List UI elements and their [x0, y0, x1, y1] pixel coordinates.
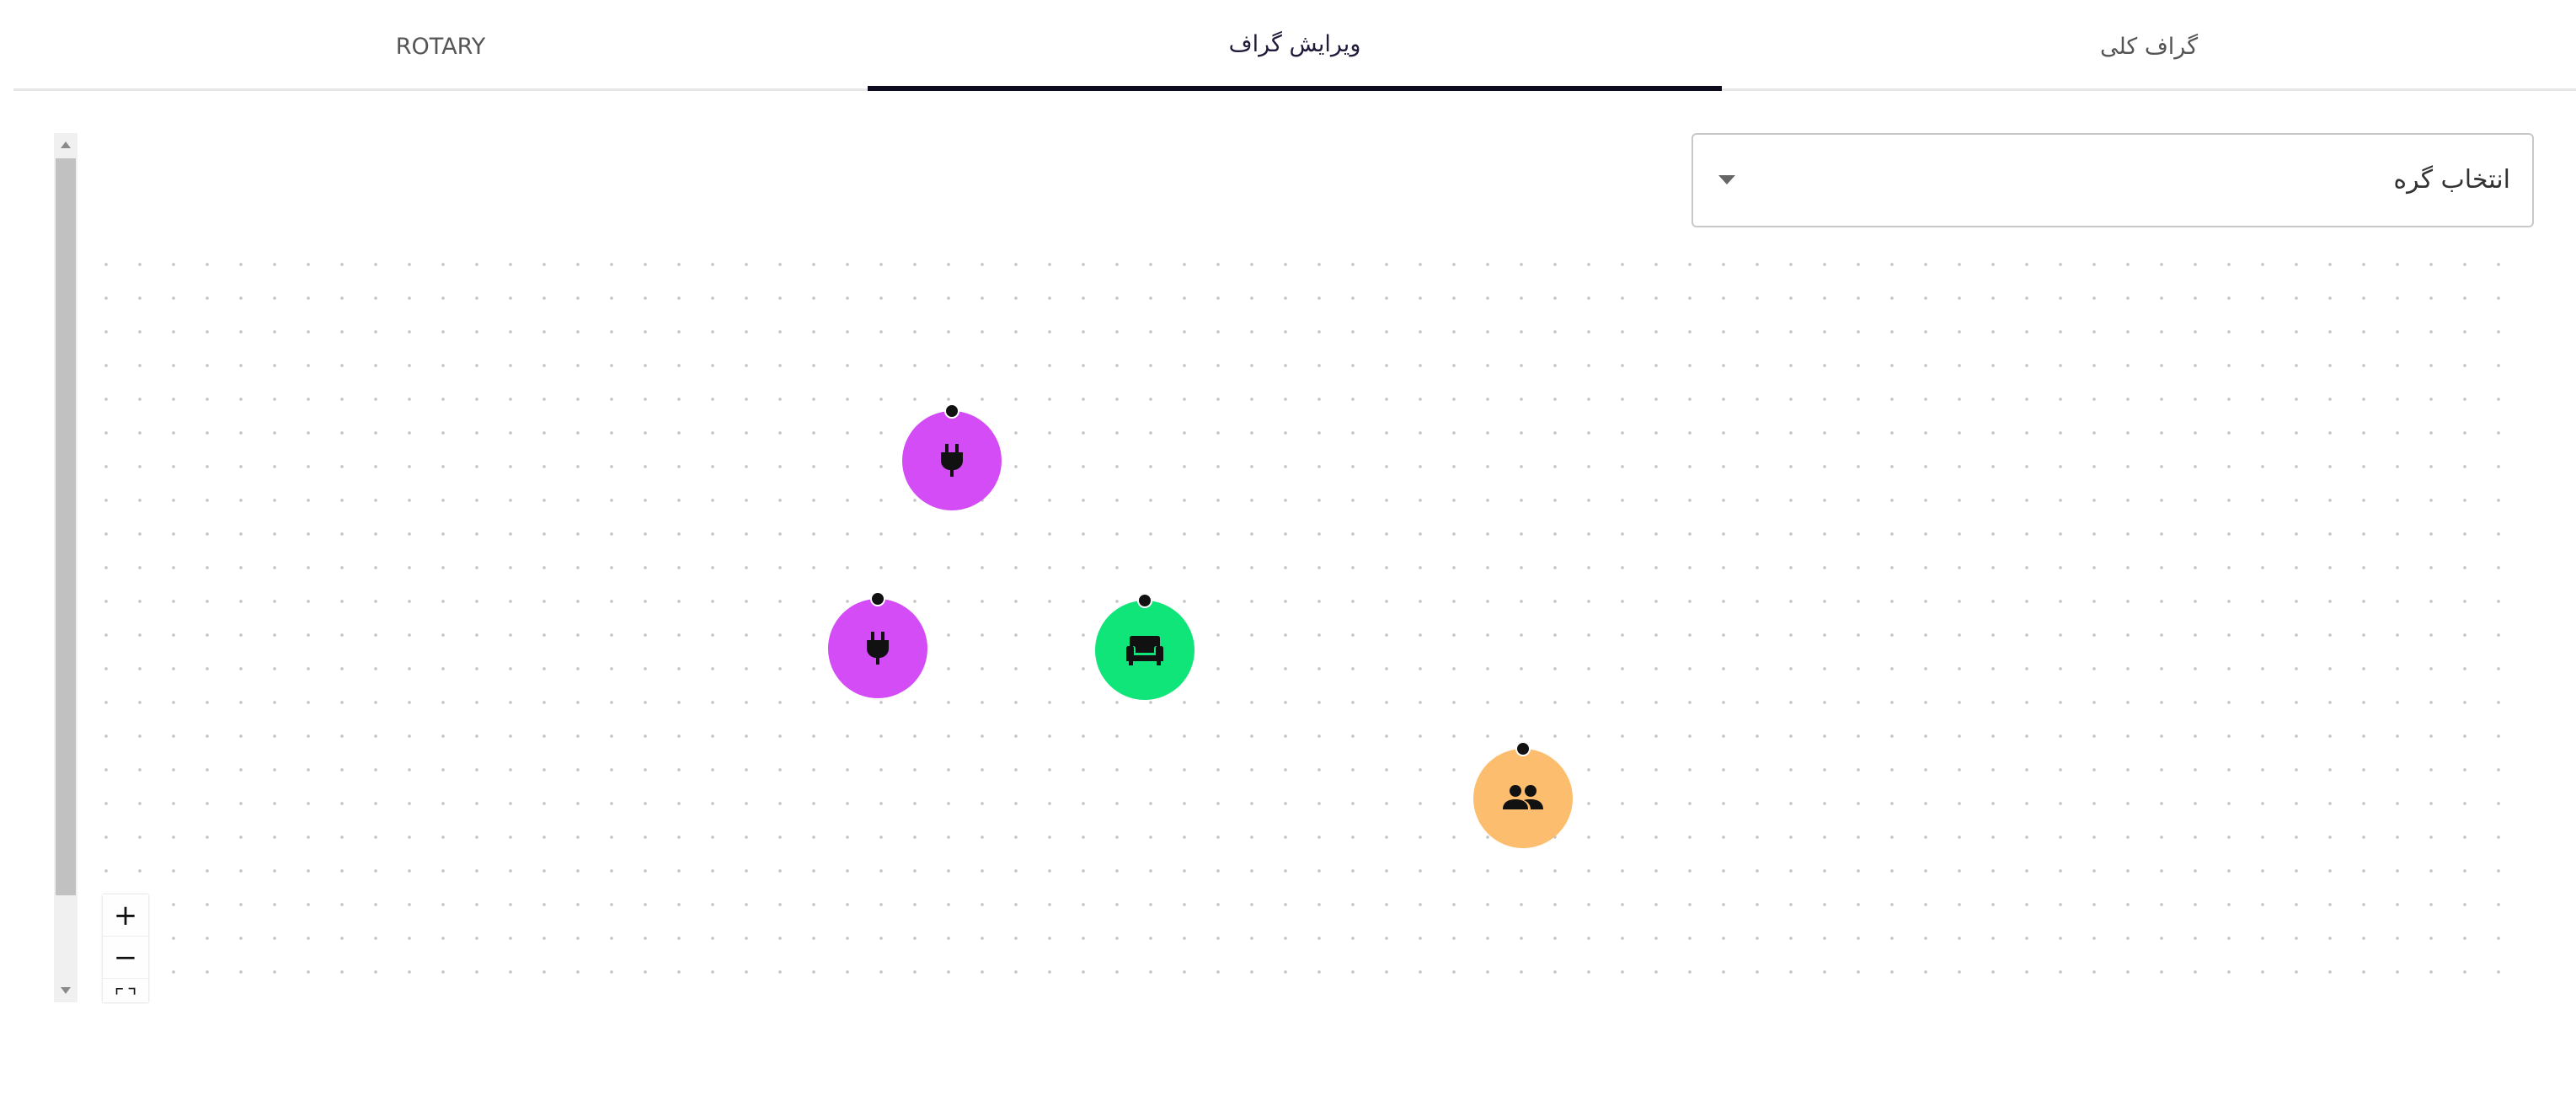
scrollbar-thumb[interactable] [56, 158, 76, 895]
tab-label: ROTARY [395, 33, 486, 60]
tab-bar: گراف کلی ویرایش گراف ROTARY [13, 0, 2576, 91]
graph-node-plug[interactable] [828, 591, 927, 698]
zoom-in-button[interactable]: + [103, 894, 148, 937]
scroll-down-arrow-icon[interactable] [61, 987, 71, 994]
sofa-icon [1125, 634, 1165, 666]
node-handle[interactable] [1137, 593, 1152, 608]
graph-node-plug[interactable] [902, 403, 1002, 510]
node-select-label: انتخاب گره [2393, 165, 2510, 195]
node-select-dropdown[interactable]: انتخاب گره [1692, 133, 2534, 227]
node-handle[interactable] [870, 591, 885, 606]
tab-label: گراف کلی [2099, 33, 2199, 60]
node-handle[interactable] [1515, 741, 1531, 756]
zoom-controls: + − ⛶ [103, 894, 148, 1002]
tab-label: ویرایش گراف [1228, 30, 1361, 57]
tab-edit-graph[interactable]: ویرایش گراف [868, 0, 1722, 91]
people-group-icon [1502, 784, 1544, 813]
graph-node-group[interactable] [1473, 741, 1573, 848]
caret-down-icon [1718, 175, 1735, 184]
fit-view-button[interactable]: ⛶ [103, 979, 148, 1003]
zoom-out-button[interactable]: − [103, 937, 148, 979]
power-plug-icon [863, 632, 892, 665]
power-plug-icon [938, 444, 966, 478]
graph-node-sofa[interactable] [1095, 593, 1194, 700]
tab-rotary[interactable]: ROTARY [13, 0, 868, 91]
graph-canvas[interactable] [81, 236, 2524, 994]
scroll-up-arrow-icon[interactable] [61, 142, 71, 148]
node-handle[interactable] [944, 403, 959, 419]
vertical-scrollbar[interactable] [54, 133, 77, 1002]
tab-overall-graph[interactable]: گراف کلی [1722, 0, 2576, 91]
